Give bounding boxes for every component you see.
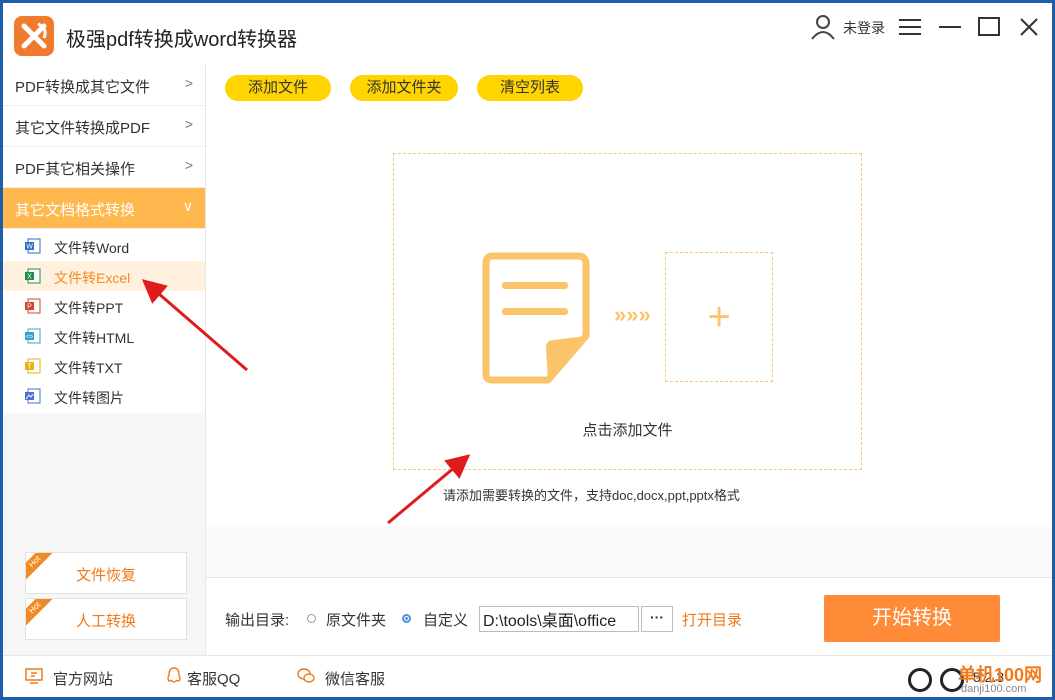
supported-formats-hint: 请添加需要转换的文件，支持doc,docx,ppt,pptx格式 <box>443 488 740 503</box>
sidebar-item-ppt[interactable]: P 文件转PPT <box>3 291 205 321</box>
radio-custom-folder[interactable] <box>402 614 411 623</box>
category-pdf-operations[interactable]: PDF其它相关操作 > <box>3 147 205 188</box>
sidebar-item-image[interactable]: 文件转图片 <box>3 381 205 411</box>
footer-bar: 官方网站 客服QQ 微信客服 5.2.3 单机100网 danji100.com <box>3 655 1052 697</box>
maximize-button[interactable] <box>975 13 1003 41</box>
html-icon: <> <box>25 328 41 344</box>
radio-custom-folder-label[interactable]: 自定义 <box>423 609 468 630</box>
user-icon[interactable] <box>809 13 837 46</box>
chevron-right-icon: > <box>184 75 193 91</box>
radio-original-folder[interactable] <box>307 614 316 623</box>
svg-text:W: W <box>26 244 33 251</box>
image-icon <box>25 388 41 404</box>
excel-icon: X <box>25 268 41 284</box>
chevron-down-icon: ∨ <box>182 198 193 214</box>
chevron-right-icon: > <box>184 116 193 132</box>
sidebar-item-word[interactable]: W 文件转Word <box>3 231 205 261</box>
start-convert-button[interactable]: 开始转换 <box>824 595 1000 642</box>
qq-icon <box>167 667 181 683</box>
title-bar: 极强pdf转换成word转换器 未登录 <box>3 3 1052 65</box>
app-title: 极强pdf转换成word转换器 <box>66 29 298 51</box>
output-dir-label: 输出目录: <box>225 612 290 629</box>
add-folder-button[interactable]: 添加文件夹 <box>350 75 458 101</box>
word-icon: W <box>25 238 41 254</box>
sidebar-item-txt[interactable]: T 文件转TXT <box>3 351 205 381</box>
radio-original-folder-label[interactable]: 原文件夹 <box>326 609 386 630</box>
add-file-button[interactable]: 添加文件 <box>225 75 331 101</box>
sidebar-item-html[interactable]: <> 文件转HTML <box>3 321 205 351</box>
sidebar-item-excel[interactable]: X 文件转Excel <box>3 261 205 291</box>
add-placeholder-box: + <box>665 252 773 382</box>
file-recover-button[interactable]: Hot 文件恢复 <box>25 552 187 594</box>
chevron-right-icon: > <box>184 157 193 173</box>
app-logo-icon <box>14 16 54 56</box>
drop-zone-label: 点击添加文件 <box>582 422 673 439</box>
document-icon <box>482 252 590 384</box>
menu-button[interactable] <box>896 13 924 41</box>
category-other-formats[interactable]: 其它文档格式转换 ∨ <box>3 188 205 229</box>
close-icon <box>1020 18 1038 36</box>
sidebar: PDF转换成其它文件 > 其它文件转换成PDF > PDF其它相关操作 > 其它… <box>3 65 206 655</box>
list-bottom-band <box>206 527 1052 577</box>
browse-button[interactable]: ··· <box>641 606 673 632</box>
wechat-support-link[interactable]: 微信客服 <box>325 668 385 689</box>
wechat-icon <box>297 668 315 683</box>
ppt-icon: P <box>25 298 41 314</box>
close-button[interactable] <box>1015 13 1043 41</box>
main-panel: 添加文件 添加文件夹 清空列表 »»» + 点击添加文件 请添加需要转换的文件，… <box>206 65 1052 656</box>
category-pdf-to-other[interactable]: PDF转换成其它文件 > <box>3 65 205 106</box>
qq-support-link[interactable]: 客服QQ <box>187 668 240 689</box>
watermark-url: danji100.com <box>961 683 1027 695</box>
txt-icon: T <box>25 358 41 374</box>
menu-icon <box>899 19 921 35</box>
manual-convert-button[interactable]: Hot 人工转换 <box>25 598 187 640</box>
svg-text:<>: <> <box>26 335 34 341</box>
login-status-label[interactable]: 未登录 <box>843 18 885 38</box>
watermark-logo-icon <box>908 668 932 692</box>
output-path-input[interactable] <box>479 606 639 632</box>
arrows-icon: »»» <box>614 302 651 327</box>
maximize-icon <box>978 17 1000 36</box>
open-directory-link[interactable]: 打开目录 <box>682 609 742 630</box>
plus-icon: + <box>707 295 731 339</box>
svg-text:X: X <box>27 274 32 281</box>
monitor-icon <box>25 668 43 684</box>
file-drop-zone[interactable]: »»» + 点击添加文件 <box>393 153 862 470</box>
minimize-button[interactable] <box>936 13 964 41</box>
app-window: 极强pdf转换成word转换器 未登录 PDF转换成其它文件 > 其它文件转换成… <box>3 3 1052 697</box>
svg-text:T: T <box>27 364 32 371</box>
output-settings: 输出目录: 原文件夹 自定义 ··· 打开目录 开始转换 <box>206 577 1052 656</box>
official-website-link[interactable]: 官方网站 <box>53 668 113 689</box>
svg-text:P: P <box>27 304 32 311</box>
minimize-icon <box>939 26 961 28</box>
clear-list-button[interactable]: 清空列表 <box>477 75 583 101</box>
category-other-to-pdf[interactable]: 其它文件转换成PDF > <box>3 106 205 147</box>
